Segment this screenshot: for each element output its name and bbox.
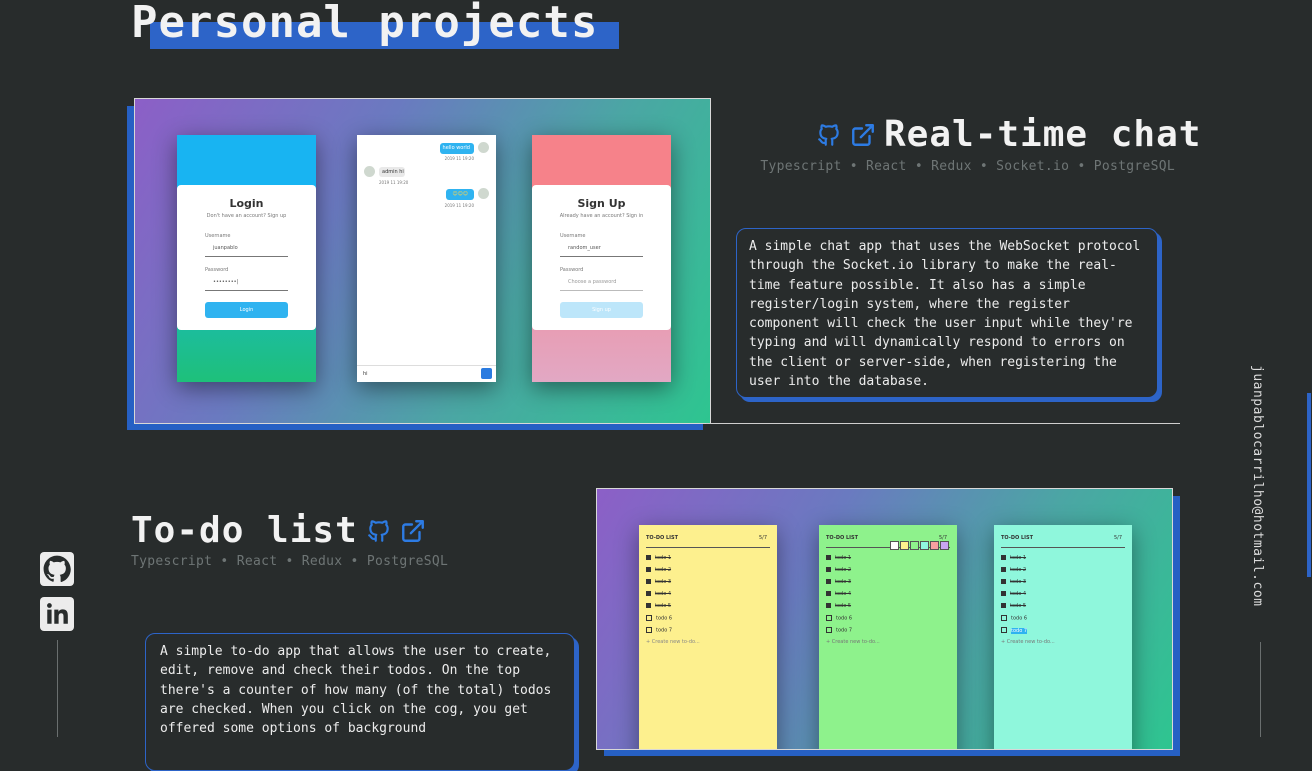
social-rail-line (57, 640, 58, 737)
scroll-indicator[interactable] (1307, 393, 1311, 577)
chat-project-description: A simple chat app that uses the WebSocke… (736, 228, 1158, 398)
chat-message-3: ☺☺☺ (452, 191, 468, 197)
linkedin-icon[interactable] (40, 597, 74, 631)
signup-password-placeholder: Choose a password (568, 279, 617, 285)
signup-title: Sign Up (577, 197, 626, 210)
login-subtitle: Don't have an account? Sign up (206, 213, 287, 219)
todo-project-title: To-do list (131, 510, 358, 551)
signup-button: Sign up (592, 307, 611, 313)
login-password-label: Password (205, 267, 229, 273)
login-title: Login (229, 197, 264, 210)
chat-tech-list: Typescript • React • Redux • Socket.io •… (760, 159, 1175, 174)
external-link-icon[interactable] (400, 518, 426, 544)
chat-screen: hello world 2019 11 19:20 admin hi 2019 … (357, 135, 496, 382)
chat-message-1: hello world (442, 145, 470, 151)
todo-tech-list: Typescript • React • Redux • PostgreSQL (131, 554, 449, 569)
signup-username-value: random_user (568, 245, 601, 251)
todo-project-image[interactable]: TO-DO LIST 5/7 todo 1 todo 2 todo 3 todo… (596, 488, 1173, 750)
chat-message-2: admin hi (382, 169, 404, 175)
email-rail-line (1260, 642, 1261, 737)
project-divider (706, 423, 1180, 424)
login-username-value: juanpablo (213, 245, 238, 251)
todo-screen-cyan: TO-DO LIST 5/7 todo 1 todo 2 todo 3 todo… (994, 525, 1132, 749)
login-password-value: ••••••••| (213, 279, 239, 285)
chat-project-header: Real-time chat (816, 114, 1201, 155)
signup-password-label: Password (560, 267, 584, 273)
signup-username-label: Username (560, 233, 586, 239)
todo-project-description: A simple to-do app that allows the user … (145, 633, 575, 771)
login-button: Login (239, 307, 254, 313)
github-icon[interactable] (816, 121, 842, 149)
login-screen: Login Don't have an account? Sign up Use… (177, 135, 316, 382)
github-icon[interactable] (40, 552, 74, 586)
external-link-icon[interactable] (850, 122, 876, 148)
login-username-label: Username (205, 233, 231, 239)
chat-project-image[interactable]: Login Don't have an account? Sign up Use… (134, 98, 711, 424)
github-icon[interactable] (366, 517, 392, 545)
chat-input-value: hi (363, 371, 368, 377)
todo-screen-green: TO-DO LIST 5/7 todo 1 todo 2 todo 3 todo… (819, 525, 957, 749)
email-link[interactable]: juanpablocarrilho@hotmail.com (1250, 365, 1265, 606)
todo-project-header: To-do list (131, 510, 426, 551)
signup-screen: Sign Up Already have an account? Sign in… (532, 135, 671, 382)
signup-subtitle: Already have an account? Sign in (559, 213, 644, 219)
todo-screen-yellow: TO-DO LIST 5/7 todo 1 todo 2 todo 3 todo… (639, 525, 777, 749)
chat-project-title: Real-time chat (884, 114, 1202, 155)
section-title: Personal projects (131, 0, 599, 48)
